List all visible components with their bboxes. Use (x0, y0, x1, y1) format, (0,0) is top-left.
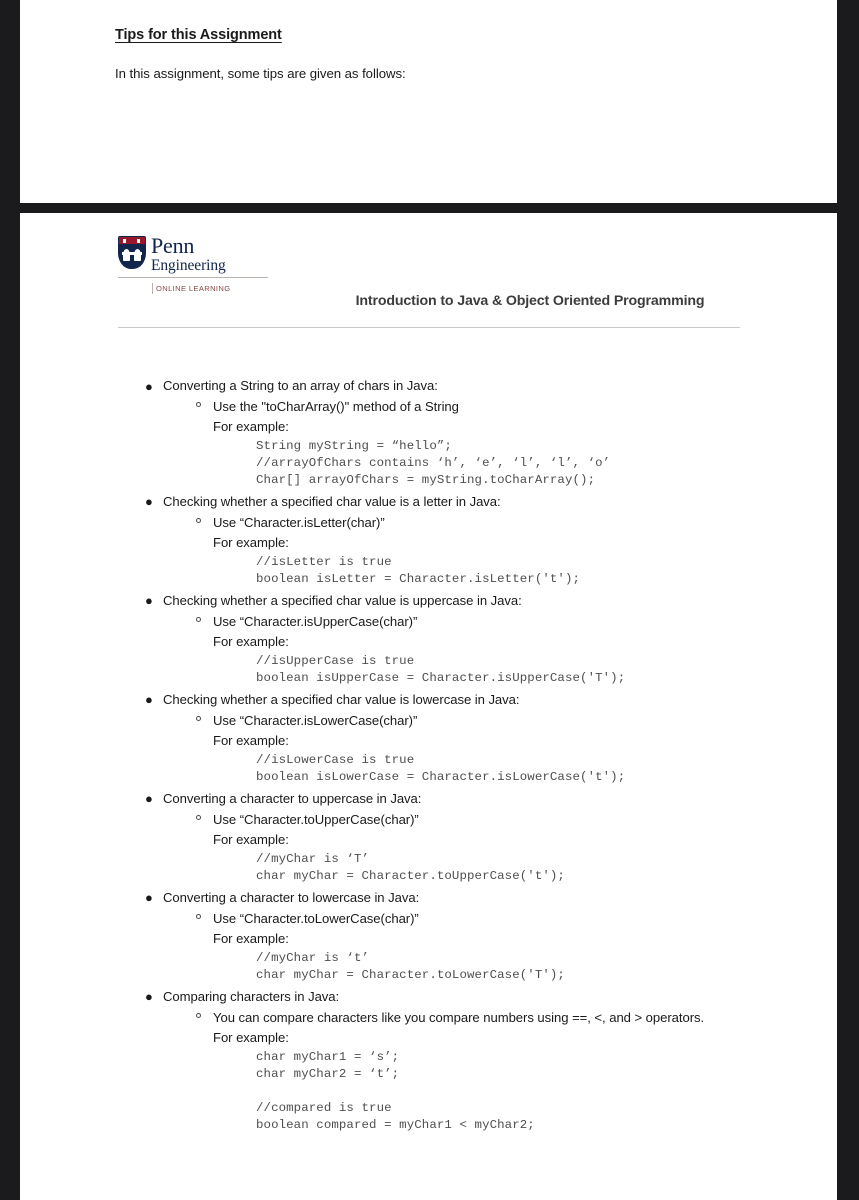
topic-title: ● Converting a String to an array of char… (20, 377, 837, 395)
topic-method-text: Use “Character.isUpperCase(char)” (213, 613, 418, 629)
tips-content-list: ● Converting a String to an array of char… (20, 373, 837, 1134)
topic-title: ● Converting a character to lowercase in … (20, 889, 837, 907)
tip-topic: ● Checking whether a specified char value… (20, 691, 837, 786)
tips-heading: Tips for this Assignment (115, 27, 282, 43)
header-divider (118, 327, 740, 328)
bullet-icon: ● (145, 989, 153, 1005)
code-example: //myChar is ‘T’ char myChar = Character.… (256, 851, 565, 883)
topic-title-text: Converting a character to uppercase in J… (163, 790, 422, 806)
logo-wordmark-engineering: Engineering (151, 257, 226, 275)
penn-shield-icon (118, 236, 146, 269)
for-example-label: For example: (213, 1030, 289, 1046)
topic-title-text: Converting a String to an array of chars… (163, 378, 438, 393)
code-example: //isUpperCase is true boolean isUpperCas… (256, 653, 626, 685)
topic-title-text: Converting a character to lowercase in J… (163, 889, 420, 905)
code-example: //myChar is ‘t’ char myChar = Character.… (256, 950, 565, 982)
tip-topic: ● Comparing characters in Java: You can co… (20, 988, 837, 1134)
tip-topic: ● Converting a character to lowercase in … (20, 889, 837, 984)
topic-method: Use “Character.toUpperCase(char)” (20, 811, 837, 829)
topic-title: ● Checking whether a specified char value… (20, 691, 837, 709)
code-example: String myString = “hello”; //arrayOfChar… (256, 439, 611, 487)
for-example-label: For example: (213, 733, 289, 749)
tip-topic: ● Converting a character to uppercase in … (20, 790, 837, 885)
bullet-icon: ● (145, 378, 153, 394)
topic-method-text: Use “Character.toUpperCase(char)” (213, 811, 419, 827)
topic-method-text: Use the "toCharArray()" method of a Stri… (213, 398, 459, 414)
course-document-page: Penn Engineering ONLINE LEARNING Introdu… (20, 213, 837, 1200)
topic-method-text: Use “Character.isLetter(char)” (213, 514, 385, 530)
course-title: Introduction to Java & Object Oriented P… (355, 293, 705, 309)
tip-topic: ● Converting a String to an array of char… (20, 377, 837, 489)
sub-bullet-icon (196, 815, 201, 821)
tip-topic: ● Checking whether a specified char value… (20, 592, 837, 687)
topic-method: Use “Character.toLowerCase(char)” (20, 910, 837, 928)
tips-intro-text: In this assignment, some tips are given … (115, 66, 406, 81)
logo-tagline-online-learning: ONLINE LEARNING (152, 283, 232, 295)
sub-bullet-icon (196, 914, 201, 920)
for-example-label: For example: (213, 634, 289, 650)
topic-method: Use “Character.isLowerCase(char)” (20, 712, 837, 730)
tips-page: Tips for this Assignment In this assignm… (20, 0, 837, 203)
for-example-label: For example: (213, 832, 289, 848)
code-example: //isLowerCase is true boolean isLowerCas… (256, 752, 626, 784)
sub-bullet-icon (196, 716, 201, 722)
screenshot-viewport: Tips for this Assignment In this assignm… (0, 0, 859, 1200)
topic-title-text: Checking whether a specified char value … (163, 691, 520, 707)
document-header: Penn Engineering ONLINE LEARNING Introdu… (20, 213, 837, 338)
penn-engineering-logo: Penn Engineering ONLINE LEARNING (118, 233, 268, 296)
topic-method: You can compare characters like you comp… (20, 1009, 837, 1027)
topic-title-text: Comparing characters in Java: (163, 988, 340, 1004)
bullet-icon: ● (145, 494, 153, 510)
topic-method-text: Use “Character.isLowerCase(char)” (213, 712, 418, 728)
bullet-icon: ● (145, 890, 153, 906)
topic-title: ● Checking whether a specified char value… (20, 493, 837, 511)
for-example-label: For example: (213, 419, 289, 435)
logo-divider (118, 277, 268, 279)
topic-title-text: Checking whether a specified char value … (163, 592, 522, 608)
code-example: //isLetter is true boolean isLetter = Ch… (256, 554, 581, 586)
code-example: char myChar1 = ‘s’; char myChar2 = ‘t’; … (256, 1049, 535, 1132)
topic-method: Use the "toCharArray()" method of a Stri… (20, 398, 837, 416)
topic-title: ● Converting a character to uppercase in … (20, 790, 837, 808)
topic-method-text: You can compare characters like you comp… (213, 1009, 705, 1025)
bullet-icon: ● (145, 692, 153, 708)
tip-topic: ● Checking whether a specified char value… (20, 493, 837, 588)
for-example-label: For example: (213, 535, 289, 551)
sub-bullet-icon (196, 518, 201, 524)
sub-bullet-icon (196, 1013, 201, 1019)
sub-bullet-icon (196, 402, 201, 408)
topic-title-text: Checking whether a specified char value … (163, 493, 501, 509)
for-example-label: For example: (213, 931, 289, 947)
bullet-icon: ● (145, 791, 153, 807)
logo-wordmark-penn: Penn (151, 233, 195, 258)
topic-title: ● Comparing characters in Java: (20, 988, 837, 1006)
topic-title: ● Checking whether a specified char value… (20, 592, 837, 610)
topic-method: Use “Character.isLetter(char)” (20, 514, 837, 532)
topic-method: Use “Character.isUpperCase(char)” (20, 613, 837, 631)
topic-method-text: Use “Character.toLowerCase(char)” (213, 910, 419, 926)
sub-bullet-icon (196, 617, 201, 623)
bullet-icon: ● (145, 593, 153, 609)
